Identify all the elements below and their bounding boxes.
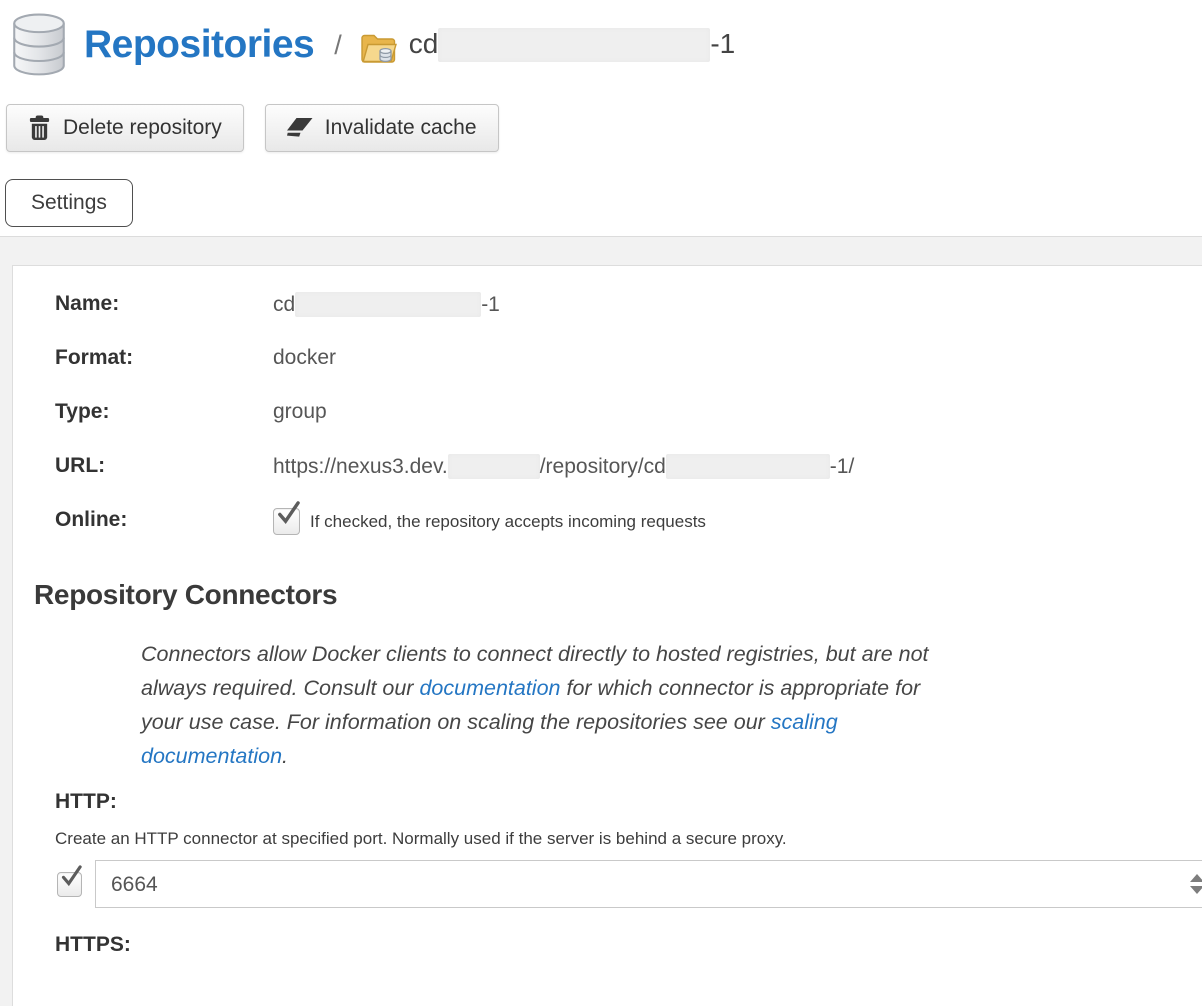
description-text: always required. Consult our [141,676,419,700]
scaling-documentation-link[interactable]: scaling [771,710,838,734]
settings-panel: Name: cd -1 Format: docker Type: group UR… [12,265,1202,1006]
online-control: If checked, the repository accepts incom… [273,508,706,535]
field-row-url: URL: https://nexus3.dev. /repository/cd -1… [55,454,1202,480]
database-icon [8,12,70,78]
trash-icon [28,115,51,141]
description-text: Connectors allow Docker clients to conne… [141,642,929,666]
online-label: Online: [55,508,273,532]
name-value: cd -1 [273,292,500,317]
format-label: Format: [55,346,273,370]
https-connector-label: HTTPS: [55,933,1202,957]
description-text: . [282,744,288,768]
invalidate-cache-label: Invalidate cache [325,116,477,140]
scaling-documentation-link[interactable]: documentation [141,744,282,768]
field-row-online: Online: If checked, the repository accep… [55,508,1202,535]
invalidate-cache-button[interactable]: Invalidate cache [265,104,499,152]
field-row-type: Type: group [55,400,1202,426]
name-value-suffix: -1 [481,293,500,316]
repository-folder-icon [360,31,397,64]
url-label: URL: [55,454,273,478]
documentation-link[interactable]: documentation [419,676,560,700]
description-line-1: Connectors allow Docker clients to conne… [141,637,1202,671]
http-port-input[interactable] [109,862,1173,908]
port-spinner[interactable] [1186,861,1202,907]
http-port-row [57,860,1202,908]
description-line-2: always required. Consult our documentati… [141,671,1202,705]
url-value: https://nexus3.dev. /repository/cd -1/ [273,454,854,479]
repository-connectors-heading: Repository Connectors [34,579,1202,611]
description-text: your use case. For information on scalin… [141,710,771,734]
toolbar: Delete repository Invalidate cache [6,104,1202,152]
description-line-3: your use case. For information on scalin… [141,705,1202,739]
eraser-icon [287,118,313,139]
http-port-field [95,860,1202,908]
redacted-text [448,454,540,479]
type-label: Type: [55,400,273,424]
http-connector-help: Create an HTTP connector at specified po… [55,829,1202,849]
online-checkbox[interactable] [273,508,300,535]
http-connector-label: HTTP: [55,790,1202,814]
content-area: Name: cd -1 Format: docker Type: group UR… [0,237,1202,1006]
field-row-name: Name: cd -1 [55,292,1202,318]
type-value: group [273,400,327,424]
description-text: for which connector is appropriate for [561,676,921,700]
redacted-text [295,292,481,317]
checkmark-icon [276,502,299,525]
spinner-down-icon[interactable] [1190,886,1202,894]
tab-settings[interactable]: Settings [5,179,133,227]
field-row-format: Format: docker [55,346,1202,372]
delete-repository-button[interactable]: Delete repository [6,104,244,152]
redacted-text [666,454,830,479]
repository-name-prefix: cd [409,28,439,59]
page-title: Repositories [84,23,314,67]
redacted-text [438,28,710,62]
name-value-prefix: cd [273,293,295,316]
online-help-text: If checked, the repository accepts incom… [310,512,706,532]
name-label: Name: [55,292,273,316]
breadcrumb-separator: / [334,30,342,61]
url-part1: https://nexus3.dev. [273,455,448,478]
spinner-up-icon[interactable] [1190,874,1202,882]
url-part3: -1/ [830,455,855,478]
format-value: docker [273,346,336,370]
description-line-4: documentation. [141,739,1202,773]
connector-description: Connectors allow Docker clients to conne… [141,637,1202,773]
http-enabled-checkbox[interactable] [57,872,82,897]
repository-name: cd -1 [409,28,735,62]
url-part2: /repository/cd [540,455,666,478]
page-header: Repositories / cd -1 [0,0,1202,78]
tab-bar: Settings [0,179,1202,237]
delete-repository-label: Delete repository [63,116,222,140]
repository-name-suffix: -1 [710,28,735,59]
checkmark-icon [60,866,81,887]
